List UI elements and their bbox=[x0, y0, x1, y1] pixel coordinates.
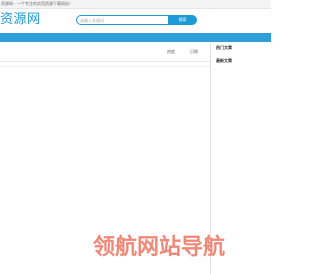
nav-bar bbox=[0, 33, 271, 42]
search-input[interactable] bbox=[76, 15, 168, 25]
column-hot-label[interactable]: 热度 bbox=[167, 49, 175, 54]
hot-articles-title: 热门文章 bbox=[216, 45, 232, 50]
latest-articles-title: 最新文章 bbox=[216, 58, 232, 63]
search-button[interactable]: 搜索 bbox=[168, 15, 197, 25]
column-date-label[interactable]: 日期 bbox=[190, 49, 198, 54]
top-bar: 资源网 - 一个专注的实用资源下载网站！ bbox=[0, 0, 271, 9]
list-header: 热度 日期 bbox=[0, 42, 210, 62]
site-logo[interactable]: 资源网 bbox=[0, 12, 41, 27]
site-tagline: 资源网 - 一个专注的实用资源下载网站！ bbox=[1, 1, 73, 6]
watermark-logo: 领航网站导航 bbox=[93, 235, 226, 260]
list-divider bbox=[0, 66, 210, 67]
